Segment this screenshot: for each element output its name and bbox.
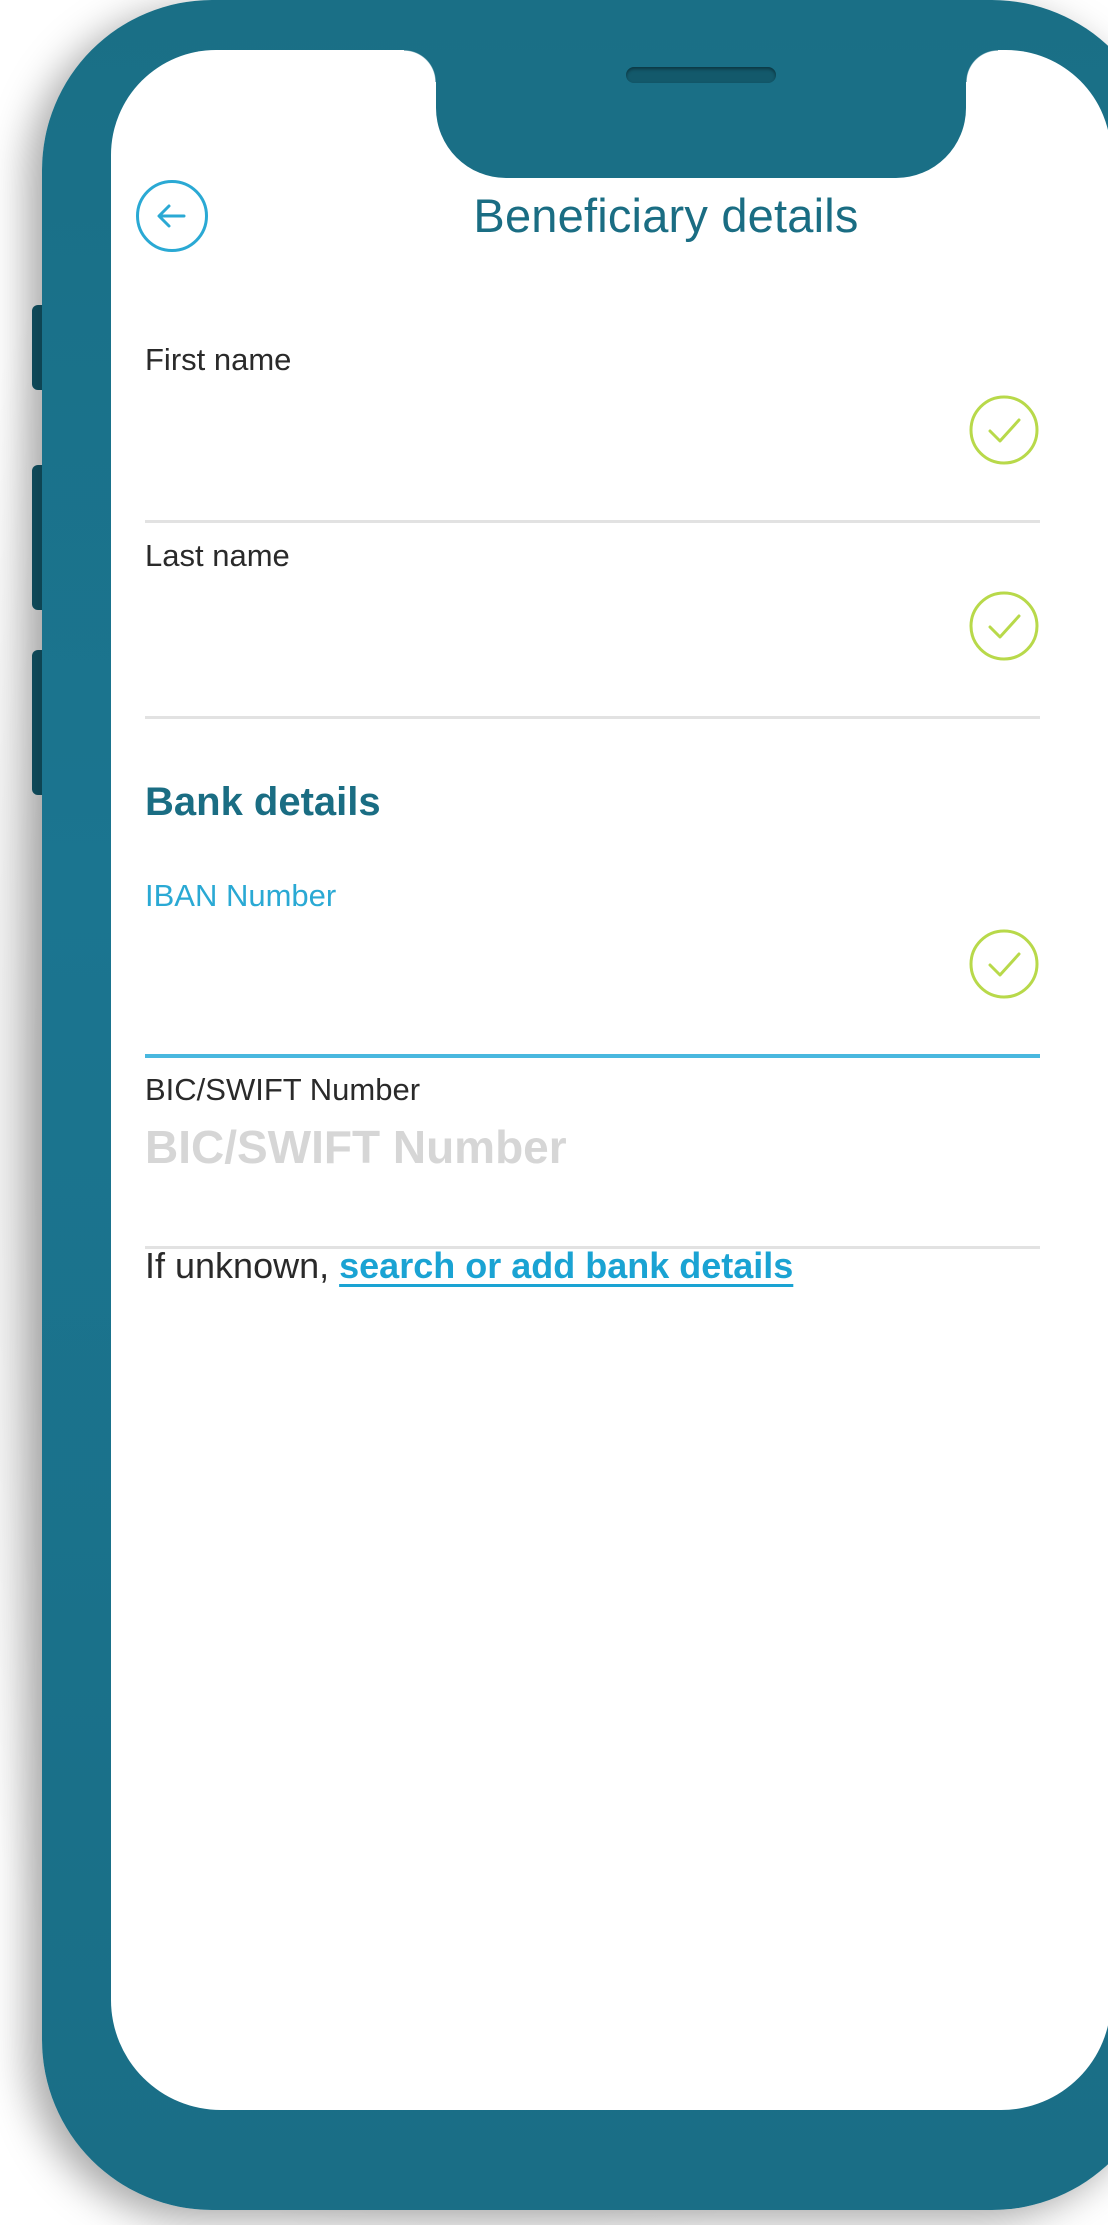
- bic-swift-input[interactable]: [145, 1117, 945, 1177]
- last-name-field: Last name: [145, 538, 1040, 719]
- iban-input[interactable]: [145, 918, 945, 978]
- phone-notch: [404, 50, 998, 178]
- search-bank-details-link[interactable]: search or add bank details: [339, 1245, 793, 1286]
- phone-speaker: [626, 67, 776, 83]
- iban-label: IBAN Number: [145, 878, 337, 913]
- iban-underline: [145, 1054, 1040, 1058]
- bic-swift-label: BIC/SWIFT Number: [145, 1072, 421, 1107]
- first-name-field: First name: [145, 342, 1040, 523]
- last-name-label: Last name: [145, 538, 290, 573]
- first-name-label: First name: [145, 342, 292, 377]
- bank-details-heading: Bank details: [145, 780, 381, 824]
- first-name-input[interactable]: [145, 382, 945, 442]
- bic-swift-field: BIC/SWIFT Number: [145, 1072, 1040, 1249]
- check-circle-icon: [969, 395, 1039, 465]
- last-name-input[interactable]: [145, 578, 945, 638]
- first-name-underline: [145, 520, 1040, 523]
- check-circle-icon: [969, 591, 1039, 661]
- hint-prefix: If unknown,: [145, 1245, 340, 1286]
- bank-search-hint: If unknown, search or add bank details: [145, 1245, 793, 1287]
- last-name-underline: [145, 716, 1040, 719]
- iban-field: IBAN Number: [145, 878, 1040, 1058]
- page-title: Beneficiary details: [473, 189, 859, 242]
- check-circle-icon: [969, 929, 1039, 999]
- phone-screen: Beneficiary details First name Last name…: [111, 50, 1108, 2110]
